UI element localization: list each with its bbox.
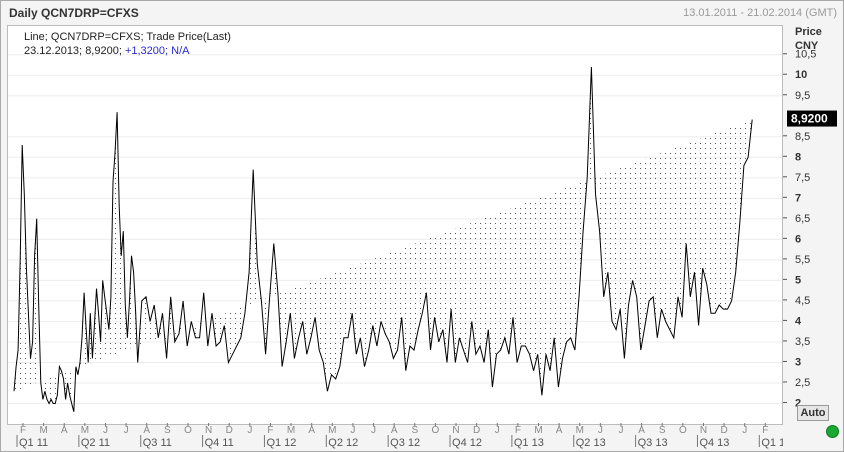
y-tick-label-8,5: 8,5 [795,131,810,143]
plot-area[interactable]: Line; QCN7DRP=CFXS; Trade Price(Last) 23… [7,25,783,425]
quarter-label-0: Q1 11 [19,437,48,449]
legend: Line; QCN7DRP=CFXS; Trade Price(Last) 23… [24,30,231,58]
quarter-label-10: Q3 13 [638,437,668,449]
month-label-25: M [534,425,542,436]
month-label-9: N [205,425,212,436]
legend-line2: 23.12.2013; 8,9200; +1,3200; N/A [24,44,231,58]
quarter-label-11: Q4 13 [699,437,729,449]
month-label-15: M [328,425,336,436]
y-tick-label-4: 4 [795,315,802,327]
month-label-5: J [124,425,129,436]
y-tick-label-10: 10 [795,69,807,81]
time-axis-svg: F M A M J J A S O N D J F M A M J J A S O N D J F M A M J J A S O N D J FQ1 … [16,423,783,449]
month-label-26: A [556,425,563,436]
y-tick-label-8: 8 [795,151,801,163]
month-label-13: M [287,425,295,436]
month-label-14: A [308,425,315,436]
auto-scale-button[interactable]: Auto [797,405,829,421]
quarter-label-4: Q1 12 [266,437,296,449]
chart-window: Daily QCN7DRP=CFXS 13.01.2011 - 21.02.20… [0,0,844,452]
price-chart-svg [8,54,782,412]
month-label-32: O [679,425,687,436]
month-label-0: F [20,425,26,436]
month-label-22: D [473,425,480,436]
y-tick-label-3,5: 3,5 [795,336,810,348]
month-label-21: N [452,425,459,436]
chart-title: Daily QCN7DRP=CFXS [9,6,139,20]
month-label-35: J [742,425,747,436]
month-label-17: J [371,425,376,436]
month-label-11: J [247,425,252,436]
connection-status-icon [826,425,839,438]
quarter-label-9: Q2 13 [576,437,606,449]
legend-value: 8,9200; [85,45,122,57]
legend-change-pct: N/A [171,45,190,57]
month-label-6: A [143,425,150,436]
month-label-27: M [576,425,584,436]
month-label-12: F [267,425,273,436]
time-axis[interactable]: F M A M J J A S O N D J F M A M J J A S O N D J F M A M J J A S O N D J F Q1 … [7,423,783,449]
month-label-23: J [495,425,500,436]
month-label-31: S [659,425,666,436]
month-label-19: S [411,425,418,436]
quarter-label-2: Q3 11 [143,437,172,449]
month-label-8: O [184,425,192,436]
quarter-label-6: Q3 12 [390,437,420,449]
month-label-34: D [720,425,727,436]
y-tick-label-6: 6 [795,233,801,245]
legend-date: 23.12.2013; [24,45,83,57]
price-axis[interactable]: Price CNY 2 2,5 3 3,5 4 4,5 5 5,5 6 6,5 7 7,5 8 8,5 9,… [783,25,839,423]
quarter-label-12: Q1 14 [761,437,783,449]
y-tick-label-9,5: 9,5 [795,90,810,102]
month-label-36: F [762,425,768,436]
month-label-3: M [81,425,89,436]
month-label-18: A [391,425,398,436]
month-label-28: J [598,425,603,436]
y-tick-label-3: 3 [795,356,801,368]
month-label-30: A [638,425,645,436]
month-label-10: D [226,425,233,436]
quarter-label-5: Q2 12 [328,437,358,449]
month-label-33: N [700,425,707,436]
quarter-label-3: Q4 11 [205,437,234,449]
legend-line1: Line; QCN7DRP=CFXS; Trade Price(Last) [24,31,231,43]
month-label-7: S [164,425,171,436]
month-label-2: A [61,425,68,436]
month-label-20: O [432,425,440,436]
y-tick-label-2,5: 2,5 [795,377,810,389]
quarter-label-8: Q1 13 [514,437,544,449]
month-label-29: J [618,425,623,436]
y-tick-label-4,5: 4,5 [795,295,810,307]
month-label-1: M [39,425,47,436]
y-tick-label-5: 5 [795,274,801,286]
y-tick-label-7,5: 7,5 [795,172,810,184]
month-label-4: J [103,425,108,436]
price-axis-svg: 22,533,544,555,566,577,588,59,51010,58,9… [783,49,837,409]
legend-change: +1,3200; [124,45,169,57]
quarter-label-7: Q4 12 [452,437,482,449]
date-range: 13.01.2011 - 21.02.2014 (GMT) [683,7,837,19]
y-tick-label-5,5: 5,5 [795,254,810,266]
last-price-label: 8,9200 [791,112,828,126]
month-label-24: F [515,425,521,436]
y-tick-label-10,5: 10,5 [795,49,816,61]
month-label-16: J [350,425,355,436]
title-bar: Daily QCN7DRP=CFXS 13.01.2011 - 21.02.20… [1,1,843,23]
y-tick-label-6,5: 6,5 [795,213,810,225]
quarter-label-1: Q2 11 [81,437,110,449]
y-tick-label-7: 7 [795,192,801,204]
